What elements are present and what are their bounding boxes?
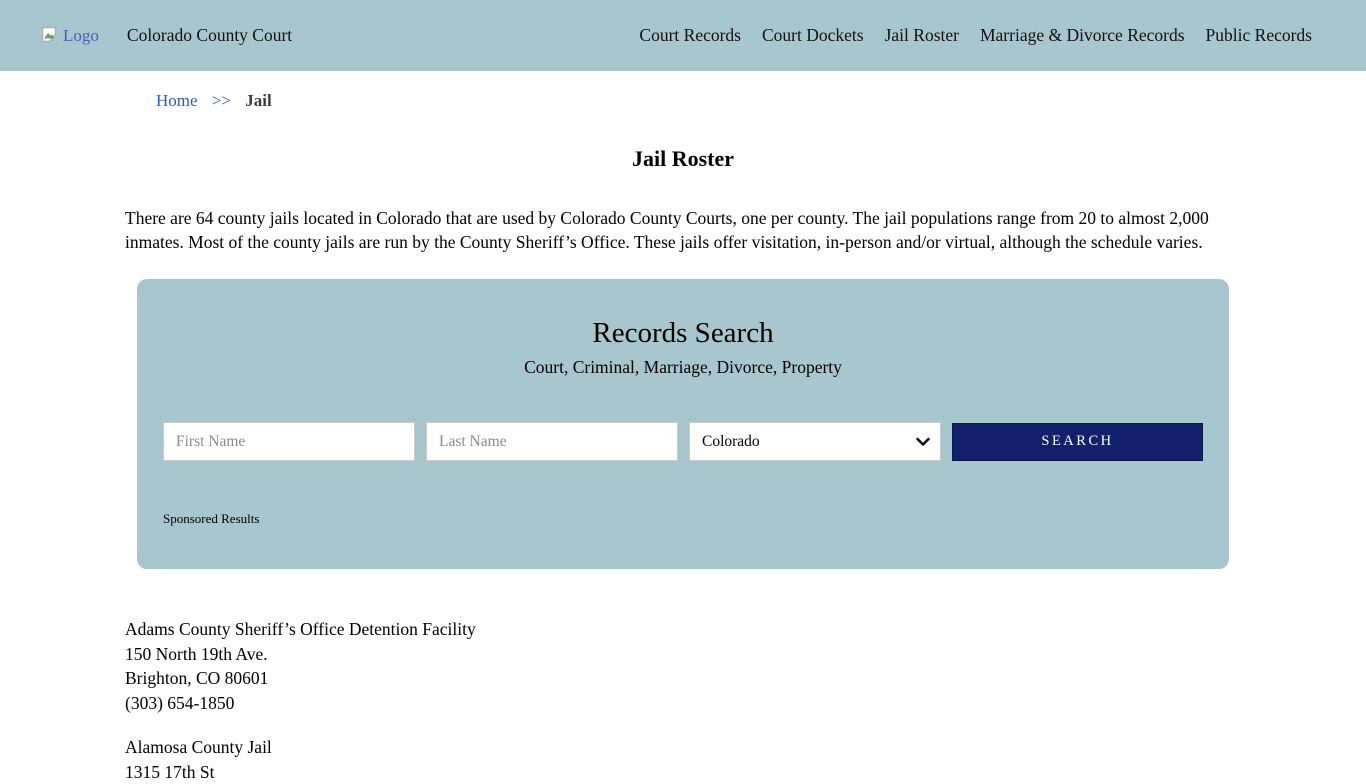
intro-paragraph: There are 64 county jails located in Col… — [125, 206, 1243, 254]
site-header: Logo Colorado County Court Court Records… — [0, 0, 1366, 71]
logo-alt-text: Logo — [63, 26, 99, 46]
main-content: Home >> Jail Jail Roster There are 64 co… — [0, 91, 1366, 784]
state-select[interactable]: Colorado — [689, 422, 941, 461]
records-search-panel: Records Search Court, Criminal, Marriage… — [137, 279, 1229, 569]
nav-public-records[interactable]: Public Records — [1206, 25, 1312, 46]
breadcrumb-separator: >> — [212, 91, 231, 110]
nav-court-dockets[interactable]: Court Dockets — [762, 25, 864, 46]
page-title: Jail Roster — [0, 146, 1366, 172]
jail-name: Adams County Sheriff’s Office Detention … — [125, 617, 1366, 642]
last-name-input[interactable] — [426, 422, 678, 461]
broken-image-icon — [40, 26, 60, 45]
search-button[interactable]: SEARCH — [952, 423, 1203, 461]
nav-court-records[interactable]: Court Records — [639, 25, 741, 46]
jail-list: Adams County Sheriff’s Office Detention … — [125, 617, 1366, 784]
jail-address: 150 North 19th Ave. — [125, 642, 1366, 667]
main-nav: Court Records Court Dockets Jail Roster … — [639, 25, 1312, 46]
jail-listing: Alamosa County Jail 1315 17th St — [125, 735, 1366, 784]
sponsored-results-label: Sponsored Results — [163, 511, 1203, 527]
nav-jail-roster[interactable]: Jail Roster — [885, 25, 959, 46]
breadcrumb-home-link[interactable]: Home — [156, 91, 198, 110]
jail-listing: Adams County Sheriff’s Office Detention … — [125, 617, 1366, 715]
breadcrumb: Home >> Jail — [156, 91, 1366, 111]
logo-link[interactable]: Logo — [40, 26, 99, 46]
state-select-wrap: Colorado — [689, 422, 941, 461]
first-name-input[interactable] — [163, 422, 415, 461]
nav-marriage-divorce-records[interactable]: Marriage & Divorce Records — [980, 25, 1185, 46]
jail-city: Brighton, CO 80601 — [125, 666, 1366, 691]
search-title: Records Search — [163, 317, 1203, 350]
search-form-row: Colorado SEARCH — [163, 422, 1203, 461]
jail-address: 1315 17th St — [125, 760, 1366, 784]
jail-phone: (303) 654-1850 — [125, 691, 1366, 716]
search-subtitle: Court, Criminal, Marriage, Divorce, Prop… — [163, 357, 1203, 378]
site-title: Colorado County Court — [127, 25, 292, 46]
breadcrumb-current: Jail — [245, 91, 271, 110]
jail-name: Alamosa County Jail — [125, 735, 1366, 760]
